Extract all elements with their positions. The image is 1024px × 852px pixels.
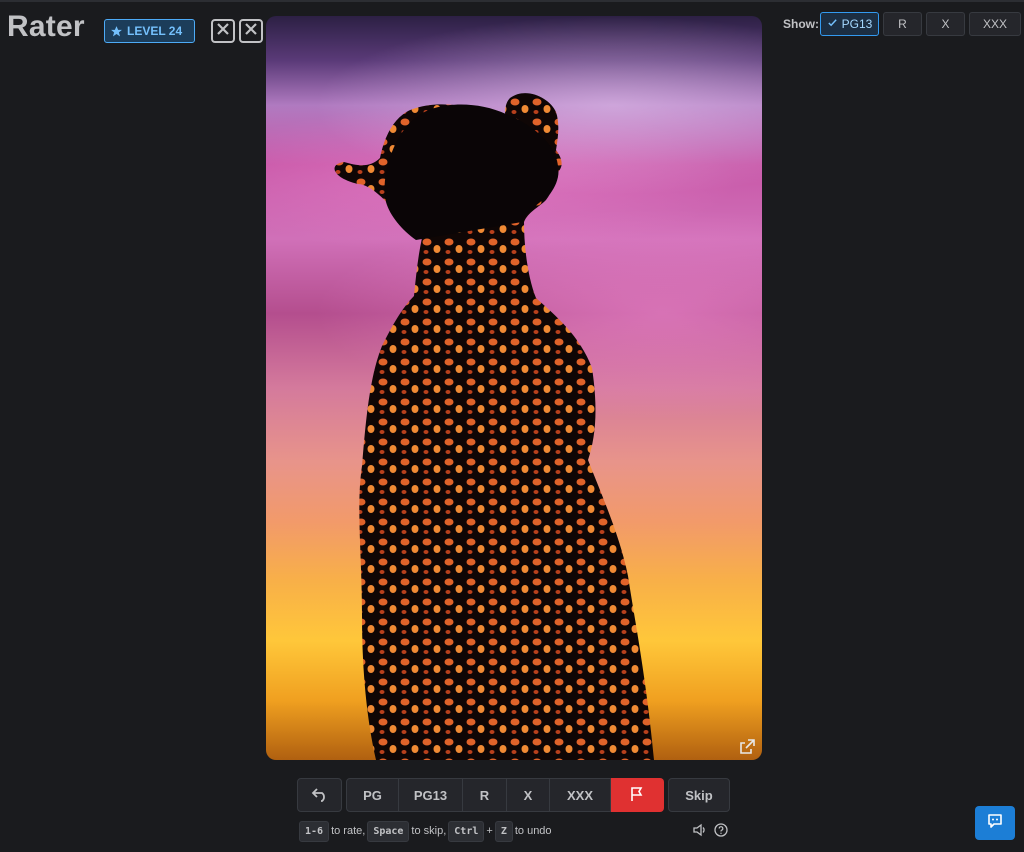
hint-undo: to undo <box>514 825 552 837</box>
key-ctrl: Ctrl <box>448 820 485 842</box>
x-icon <box>244 22 258 41</box>
chat-icon <box>986 812 1004 835</box>
undo-button[interactable] <box>297 778 342 812</box>
filter-label: PG13 <box>841 17 873 31</box>
strike-2 <box>239 19 263 43</box>
rating-toolbar: PG PG13 R X XXX Skip <box>297 778 730 812</box>
silhouette-figure <box>334 93 654 760</box>
filter-pg13-button[interactable]: PG13 <box>820 12 879 36</box>
rate-x-button[interactable]: X <box>507 778 550 812</box>
filter-xxx-button[interactable]: XXX <box>969 12 1021 36</box>
level-label: LEVEL 24 <box>127 24 183 38</box>
x-icon <box>216 22 230 41</box>
star-icon <box>110 25 123 38</box>
strike-1 <box>211 19 235 43</box>
skip-button[interactable]: Skip <box>668 778 730 812</box>
external-link-icon[interactable] <box>737 737 757 762</box>
filter-label: X <box>941 17 950 31</box>
rate-r-button[interactable]: R <box>463 778 507 812</box>
check-icon <box>827 17 838 31</box>
hint-skip: to skip, <box>411 825 447 837</box>
rating-image[interactable] <box>266 16 762 760</box>
level-badge[interactable]: LEVEL 24 <box>104 19 195 43</box>
filter-r-button[interactable]: R <box>883 12 922 36</box>
filter-label: XXX <box>982 17 1007 31</box>
show-label: Show: <box>783 17 819 31</box>
flag-button[interactable] <box>611 778 664 812</box>
key-skip: Space <box>367 820 410 842</box>
filter-label: R <box>898 17 907 31</box>
rate-pg13-button[interactable]: PG13 <box>399 778 463 812</box>
app-title: Rater <box>7 10 85 43</box>
chat-button[interactable] <box>975 806 1015 840</box>
top-border <box>0 0 1024 2</box>
speaker-icon[interactable] <box>692 823 706 842</box>
hint-rate: to rate, <box>331 825 366 837</box>
flag-icon <box>630 786 644 805</box>
keyboard-hints: 1-6 to rate, Space to skip, Ctrl + Z to … <box>297 820 552 842</box>
undo-arrow-icon <box>311 786 329 805</box>
filter-x-button[interactable]: X <box>926 12 965 36</box>
rate-pg-button[interactable]: PG <box>346 778 399 812</box>
key-z: Z <box>494 820 513 842</box>
plus-sign: + <box>486 825 493 837</box>
rate-xxx-button[interactable]: XXX <box>550 778 611 812</box>
key-rate: 1-6 <box>299 820 330 842</box>
question-icon[interactable] <box>714 823 728 842</box>
